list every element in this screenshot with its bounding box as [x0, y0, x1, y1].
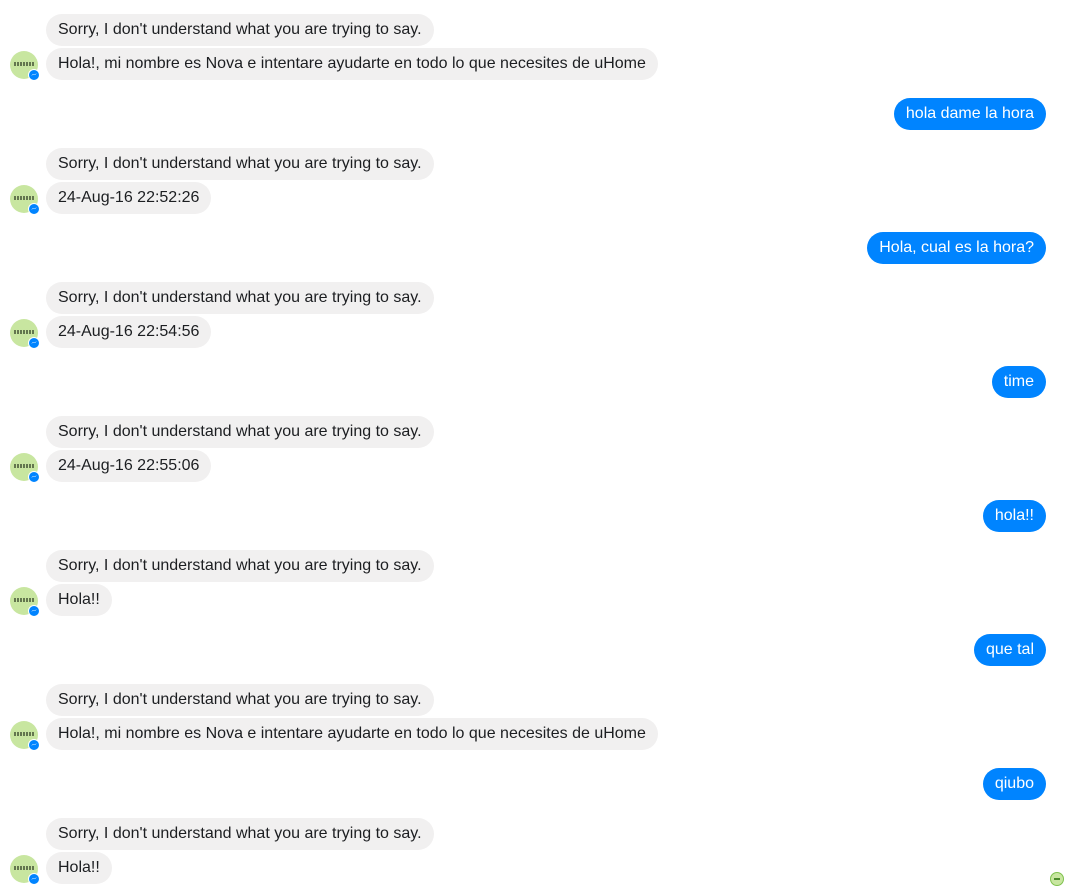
bot-message: Sorry, I don't understand what you are t…: [46, 818, 434, 850]
bot-message: Sorry, I don't understand what you are t…: [46, 282, 434, 314]
bot-avatar[interactable]: [10, 855, 40, 885]
bot-avatar[interactable]: [10, 319, 40, 349]
bot-message: Hola!!: [46, 852, 112, 884]
bot-message: Hola!!: [46, 584, 112, 616]
user-message: que tal: [973, 634, 1046, 666]
messenger-icon: [28, 605, 40, 617]
bot-message: Sorry, I don't understand what you are t…: [46, 148, 434, 180]
bot-message: Sorry, I don't understand what you are t…: [46, 14, 434, 46]
uhome-logo-icon: [14, 732, 34, 736]
bot-message: Hola!, mi nombre es Nova e intentare ayu…: [46, 718, 658, 750]
seen-avatar-icon: [1050, 872, 1064, 886]
bot-avatar[interactable]: [10, 587, 40, 617]
uhome-logo-icon: [14, 866, 34, 870]
bot-message: 24-Aug-16 22:52:26: [46, 182, 212, 214]
user-message: hola dame la hora: [893, 98, 1046, 130]
messenger-icon: [28, 873, 40, 885]
messenger-icon: [28, 337, 40, 349]
uhome-logo-icon: [14, 196, 34, 200]
uhome-logo-icon: [14, 598, 34, 602]
uhome-logo-icon: [14, 62, 34, 66]
bot-message: Sorry, I don't understand what you are t…: [46, 684, 434, 716]
bot-avatar[interactable]: [10, 721, 40, 751]
bot-message: 24-Aug-16 22:54:56: [46, 316, 212, 348]
bot-message: 24-Aug-16 22:55:06: [46, 450, 212, 482]
user-message: qiubo: [982, 768, 1046, 800]
uhome-logo-icon: [14, 330, 34, 334]
bot-avatar[interactable]: [10, 51, 40, 81]
messenger-icon: [28, 471, 40, 483]
user-message: Hola, cual es la hora?: [867, 232, 1046, 264]
uhome-logo-icon: [14, 464, 34, 468]
messenger-icon: [28, 203, 40, 215]
user-message: hola!!: [982, 500, 1046, 532]
messenger-icon: [28, 69, 40, 81]
bot-avatar[interactable]: [10, 453, 40, 483]
bot-message: Sorry, I don't understand what you are t…: [46, 550, 434, 582]
bot-message: Sorry, I don't understand what you are t…: [46, 416, 434, 448]
bot-message: Hola!, mi nombre es Nova e intentare ayu…: [46, 48, 658, 80]
user-message: time: [991, 366, 1046, 398]
bot-avatar[interactable]: [10, 185, 40, 215]
messenger-icon: [28, 739, 40, 751]
